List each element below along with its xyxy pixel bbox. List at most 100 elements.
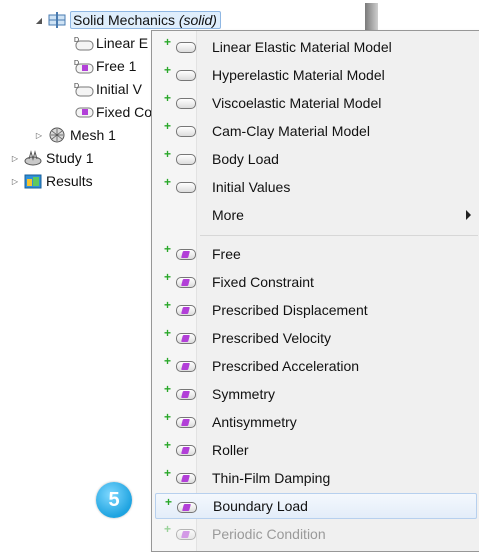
boundary-icon xyxy=(176,305,196,316)
menu-item-label: Fixed Constraint xyxy=(212,274,314,290)
add-icon: + xyxy=(164,175,172,189)
tree-node-label: Free 1 xyxy=(96,58,137,74)
add-icon: + xyxy=(164,91,172,105)
menu-item-label: Cam-Clay Material Model xyxy=(212,123,370,139)
add-icon: + xyxy=(164,438,172,452)
context-menu: + Linear Elastic Material Model + Hypere… xyxy=(151,30,479,552)
menu-item-label: Prescribed Acceleration xyxy=(212,358,360,374)
menu-item-label: Periodic Condition xyxy=(212,526,326,542)
tree-node-label: Mesh 1 xyxy=(70,127,116,143)
menu-item-label: Prescribed Displacement xyxy=(212,302,368,318)
menu-item-label: Boundary Load xyxy=(213,498,308,514)
menu-item-prescribed-displacement[interactable]: + Prescribed Displacement xyxy=(155,297,477,323)
study-icon xyxy=(24,150,42,166)
add-icon: + xyxy=(164,119,172,133)
solid-mechanics-icon xyxy=(48,12,66,28)
menu-item-hyperelastic-material-model[interactable]: + Hyperelastic Material Model xyxy=(155,62,477,88)
menu-item-prescribed-velocity[interactable]: + Prescribed Velocity xyxy=(155,325,477,351)
menu-item-linear-elastic-material-model[interactable]: + Linear Elastic Material Model xyxy=(155,34,477,60)
menu-item-boundary-load[interactable]: + Boundary Load xyxy=(155,493,477,519)
boundary-icon xyxy=(176,417,196,428)
expand-arrow-icon[interactable]: ▷ xyxy=(34,130,44,140)
menu-item-label: Hyperelastic Material Model xyxy=(212,67,385,83)
add-icon: + xyxy=(164,466,172,480)
menu-item-label: Thin-Film Damping xyxy=(212,470,331,486)
tree-node-child[interactable]: D Linear E xyxy=(74,33,148,53)
tree-node-child[interactable]: D Free 1 xyxy=(74,56,136,76)
menu-item-initial-values[interactable]: + Initial Values xyxy=(155,174,477,200)
menu-item-thin-film-damping[interactable]: + Thin-Film Damping xyxy=(155,465,477,491)
add-icon: + xyxy=(164,35,172,49)
tree-node-mesh[interactable]: ▷ Mesh 1 xyxy=(34,125,116,145)
menu-item-label: Prescribed Velocity xyxy=(212,330,332,346)
boundary-icon xyxy=(177,502,197,513)
add-icon: + xyxy=(164,242,172,256)
tree-node-label: Initial V xyxy=(96,81,142,97)
menu-item-periodic-condition[interactable]: + Periodic Condition xyxy=(155,521,477,547)
tree-node-child[interactable]: D Initial V xyxy=(74,79,142,99)
tree-node-solid-mechanics[interactable]: ◢ Solid Mechanics (solid) xyxy=(34,10,221,30)
collapse-arrow-icon[interactable]: ◢ xyxy=(34,15,44,25)
domain-icon xyxy=(176,154,196,165)
menu-item-fixed-constraint[interactable]: + Fixed Constraint xyxy=(155,269,477,295)
tree-node-label: Study 1 xyxy=(46,150,94,166)
boundary-icon xyxy=(176,361,196,372)
domain-icon xyxy=(176,42,196,53)
add-icon: + xyxy=(164,147,172,161)
menu-item-roller[interactable]: + Roller xyxy=(155,437,477,463)
tree-node-child[interactable]: Fixed Co xyxy=(74,102,152,122)
boundary-icon xyxy=(176,473,196,484)
expand-arrow-icon[interactable]: ▷ xyxy=(10,153,20,163)
add-icon: + xyxy=(164,63,172,77)
menu-item-label: Symmetry xyxy=(212,386,275,402)
add-icon: + xyxy=(164,354,172,368)
add-icon: + xyxy=(164,522,172,536)
menu-item-label: Free xyxy=(212,246,241,262)
domain-feature-icon: D xyxy=(74,35,94,51)
domain-icon xyxy=(176,70,196,81)
menu-item-more[interactable]: More xyxy=(155,202,477,228)
domain-icon xyxy=(176,98,196,109)
tree-node-label: Solid Mechanics (solid) xyxy=(70,11,221,29)
boundary-feature-icon: D xyxy=(74,58,94,74)
menu-item-free[interactable]: + Free xyxy=(155,241,477,267)
submenu-arrow-icon xyxy=(466,210,471,220)
window-shadow xyxy=(365,3,378,31)
menu-item-cam-clay-material-model[interactable]: + Cam-Clay Material Model xyxy=(155,118,477,144)
menu-item-symmetry[interactable]: + Symmetry xyxy=(155,381,477,407)
boundary-icon xyxy=(176,333,196,344)
expand-arrow-icon[interactable]: ▷ xyxy=(10,176,20,186)
tree-node-label: Fixed Co xyxy=(96,104,153,120)
boundary-icon xyxy=(176,249,196,260)
boundary-icon xyxy=(176,389,196,400)
tree-node-results[interactable]: ▷ Results xyxy=(10,171,93,191)
domain-feature-icon: D xyxy=(74,81,94,97)
boundary-icon xyxy=(176,445,196,456)
menu-item-body-load[interactable]: + Body Load xyxy=(155,146,477,172)
step-number-badge: 5 xyxy=(96,482,132,518)
menu-item-viscoelastic-material-model[interactable]: + Viscoelastic Material Model xyxy=(155,90,477,116)
menu-separator xyxy=(200,235,478,236)
add-icon: + xyxy=(164,326,172,340)
boundary-icon xyxy=(176,277,196,288)
menu-item-label: Antisymmetry xyxy=(212,414,297,430)
menu-item-label: Body Load xyxy=(212,151,279,167)
tree-node-study[interactable]: ▷ Study 1 xyxy=(10,148,94,168)
menu-item-label: More xyxy=(212,207,244,223)
menu-item-label: Roller xyxy=(212,442,249,458)
domain-icon xyxy=(176,182,196,193)
add-icon: + xyxy=(164,270,172,284)
menu-item-label: Linear Elastic Material Model xyxy=(212,39,392,55)
boundary-icon xyxy=(176,529,196,540)
menu-item-label: Viscoelastic Material Model xyxy=(212,95,382,111)
results-icon xyxy=(24,173,42,189)
add-icon: + xyxy=(164,410,172,424)
menu-item-prescribed-acceleration[interactable]: + Prescribed Acceleration xyxy=(155,353,477,379)
tree-node-label: Results xyxy=(46,173,93,189)
menu-item-label: Initial Values xyxy=(212,179,291,195)
tree-node-label: Linear E xyxy=(96,35,149,51)
menu-item-antisymmetry[interactable]: + Antisymmetry xyxy=(155,409,477,435)
add-icon: + xyxy=(164,298,172,312)
boundary-feature-icon xyxy=(74,104,94,120)
add-icon: + xyxy=(165,495,173,509)
